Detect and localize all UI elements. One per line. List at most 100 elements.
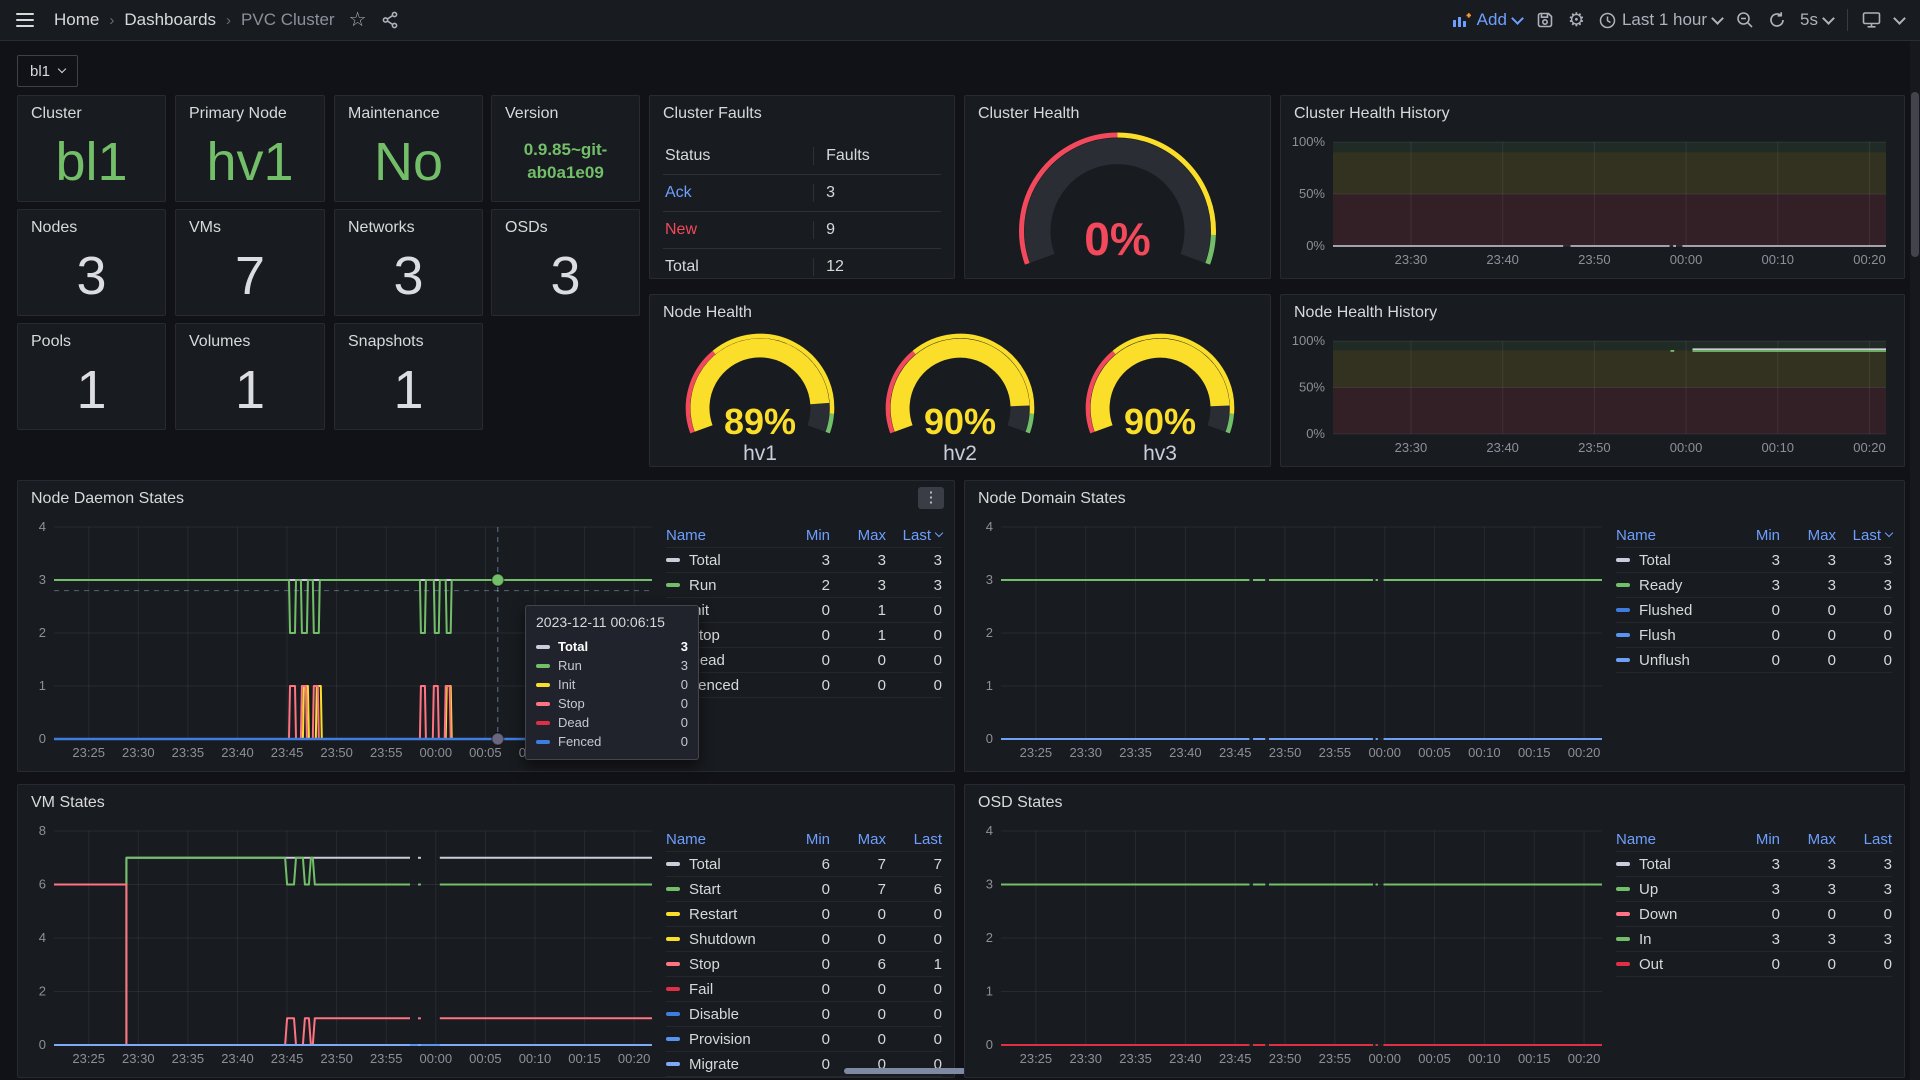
legend-row[interactable]: Down000 (1616, 902, 1892, 927)
legend-row[interactable]: Fenced000 (666, 673, 942, 698)
panel-title[interactable]: VM States (18, 785, 954, 812)
legend-row[interactable]: Fail000 (666, 977, 942, 1002)
legend-row[interactable]: Out000 (1616, 952, 1892, 977)
svg-text:23:50: 23:50 (1578, 252, 1611, 267)
panel-title[interactable]: OSDs (492, 210, 639, 237)
hamburger-menu-icon[interactable] (16, 12, 34, 28)
stat-panel-pools: Pools 1 (17, 323, 166, 430)
legend-row[interactable]: Up333 (1616, 877, 1892, 902)
panel-title[interactable]: Version (492, 96, 639, 123)
panel-title[interactable]: Node Health (650, 295, 1270, 322)
vm-states-chart[interactable]: 0246823:2523:3023:3523:4023:4523:5023:55… (28, 821, 660, 1069)
svg-text:hv3: hv3 (1143, 442, 1177, 460)
horizontal-scrollbar-thumb[interactable] (844, 1068, 966, 1074)
legend-row[interactable]: Total333 (1616, 852, 1892, 877)
legend-column-header[interactable]: Max (830, 527, 886, 544)
legend-column-header[interactable]: Last (886, 831, 942, 848)
save-dashboard-button[interactable] (1536, 11, 1554, 29)
legend-row[interactable]: Disable000 (666, 1002, 942, 1027)
refresh-interval-dropdown[interactable]: 5s (1800, 10, 1833, 30)
column-header-faults[interactable]: Faults (813, 147, 941, 165)
legend-row[interactable]: Shutdown000 (666, 927, 942, 952)
legend-column-header[interactable]: Min (1724, 527, 1780, 544)
legend-row[interactable]: Total333 (666, 548, 942, 573)
fault-status-cell[interactable]: New (663, 221, 813, 239)
legend-column-header[interactable]: Max (1780, 831, 1836, 848)
fault-status-cell[interactable]: Ack (663, 184, 813, 202)
panel-cluster-health: Cluster Health 0% (964, 95, 1271, 279)
panel-title[interactable]: Node Health History (1281, 295, 1904, 322)
legend-column-header[interactable]: Last (1836, 527, 1892, 544)
dashboard-settings-gear-icon[interactable]: ⚙ (1568, 11, 1585, 30)
breadcrumb-separator: › (226, 12, 231, 29)
legend-column-header[interactable]: Min (774, 831, 830, 848)
svg-text:23:30: 23:30 (1069, 745, 1102, 760)
panel-title[interactable]: Cluster Health History (1281, 96, 1904, 123)
legend-column-header[interactable]: Max (830, 831, 886, 848)
share-icon[interactable] (381, 11, 399, 29)
svg-text:23:30: 23:30 (122, 745, 155, 760)
legend-row[interactable]: Start076 (666, 877, 942, 902)
column-header-status[interactable]: Status (663, 147, 813, 165)
breadcrumb-current-dashboard[interactable]: PVC Cluster (241, 10, 335, 30)
legend-row[interactable]: Unflush000 (1616, 648, 1892, 673)
vertical-scrollbar-track[interactable] (1910, 41, 1920, 1080)
panel-title[interactable]: OSD States (965, 785, 1904, 812)
legend-row[interactable]: In333 (1616, 927, 1892, 952)
panel-title[interactable]: Volumes (176, 324, 324, 351)
panel-title[interactable]: Node Domain States (965, 481, 1904, 508)
legend-row[interactable]: Ready333 (1616, 573, 1892, 598)
panel-title[interactable]: Node Daemon States (18, 481, 954, 508)
panel-title[interactable]: Pools (18, 324, 165, 351)
legend-column-header[interactable]: Last (1836, 831, 1892, 848)
series-color-swatch (666, 1062, 680, 1066)
series-color-swatch (1616, 558, 1630, 562)
node-domain-states-chart[interactable]: 0123423:2523:3023:3523:4023:4523:5023:55… (975, 517, 1610, 763)
panel-title[interactable]: Primary Node (176, 96, 324, 123)
panel-title[interactable]: Cluster Health (965, 96, 1270, 123)
panel-title[interactable]: Cluster Faults (650, 96, 954, 123)
legend-row[interactable]: Restart000 (666, 902, 942, 927)
legend-row[interactable]: Flushed000 (1616, 598, 1892, 623)
panel-menu-kebab-icon[interactable]: ⋮ (918, 487, 944, 509)
legend-row[interactable]: Flush000 (1616, 623, 1892, 648)
favorite-star-icon[interactable]: ☆ (349, 10, 367, 30)
legend-column-header[interactable]: Min (774, 527, 830, 544)
collapse-nav-chevron[interactable] (1895, 18, 1904, 23)
cluster-health-history-chart[interactable]: 0%50%100%23:3023:4023:5000:0000:1000:20 (1291, 132, 1894, 270)
panel-title[interactable]: Networks (335, 210, 482, 237)
tv-mode-button[interactable] (1862, 11, 1881, 29)
svg-text:90%: 90% (924, 401, 996, 442)
vertical-scrollbar-thumb[interactable] (1911, 92, 1919, 257)
add-panel-button[interactable]: Add (1452, 10, 1522, 30)
zoom-out-time-button[interactable] (1736, 11, 1754, 29)
osd-states-chart[interactable]: 0123423:2523:3023:3523:4023:4523:5023:55… (975, 821, 1610, 1069)
time-range-picker[interactable]: Last 1 hour (1599, 10, 1722, 30)
breadcrumb-dashboards[interactable]: Dashboards (124, 10, 216, 30)
panel-title[interactable]: Cluster (18, 96, 165, 123)
svg-text:23:55: 23:55 (1319, 1051, 1352, 1066)
legend-column-header[interactable]: Max (1780, 527, 1836, 544)
legend-column-header[interactable]: Last (886, 527, 942, 544)
legend-row[interactable]: Dead000 (666, 648, 942, 673)
legend-row[interactable]: Init010 (666, 598, 942, 623)
legend-row[interactable]: Stop010 (666, 623, 942, 648)
panel-title[interactable]: Snapshots (335, 324, 482, 351)
table-row: Ack 3 (663, 175, 941, 212)
panel-title[interactable]: VMs (176, 210, 324, 237)
legend-row[interactable]: Run233 (666, 573, 942, 598)
legend-row[interactable]: Provision000 (666, 1027, 942, 1052)
svg-text:00:00: 00:00 (1670, 440, 1703, 455)
legend-row[interactable]: Stop061 (666, 952, 942, 977)
stat-value: hv1 (176, 128, 324, 195)
breadcrumb-home[interactable]: Home (54, 10, 99, 30)
fault-status-cell[interactable]: Total (663, 258, 813, 276)
panel-title[interactable]: Nodes (18, 210, 165, 237)
node-health-history-chart[interactable]: 0%50%100%23:3023:4023:5000:0000:1000:20 (1291, 331, 1894, 458)
legend-row[interactable]: Total677 (666, 852, 942, 877)
cluster-variable-dropdown[interactable]: bl1 (17, 55, 78, 87)
panel-title[interactable]: Maintenance (335, 96, 482, 123)
legend-column-header[interactable]: Min (1724, 831, 1780, 848)
refresh-button[interactable] (1768, 11, 1786, 29)
legend-row[interactable]: Total333 (1616, 548, 1892, 573)
